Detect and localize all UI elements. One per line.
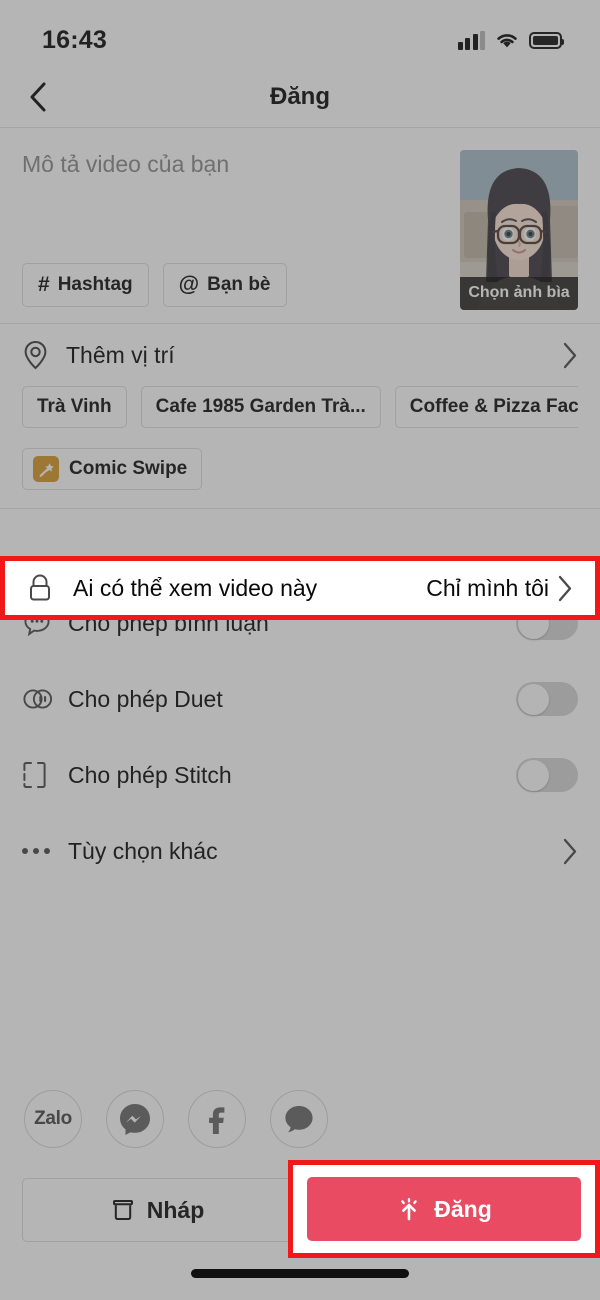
battery-full-icon <box>529 31 564 49</box>
chevron-right-icon <box>563 838 577 864</box>
allow-stitch-row[interactable]: Cho phép Stitch <box>22 737 578 813</box>
three-dots-icon <box>22 848 68 854</box>
draft-box-icon <box>112 1200 133 1220</box>
magic-wand-icon <box>33 456 59 482</box>
share-targets: Zalo <box>0 1090 600 1148</box>
chat-bubble-icon <box>285 1106 313 1133</box>
privacy-value: Chỉ mình tôi <box>426 574 549 601</box>
save-draft-button[interactable]: Nháp <box>22 1178 293 1242</box>
location-chevron <box>562 342 578 369</box>
phone-screen: 16:43 Đăng Mô tả video của bạn # Hashtag… <box>0 0 600 1300</box>
add-location-row[interactable]: Thêm vị trí <box>22 324 578 386</box>
signal-bars-icon <box>457 30 485 50</box>
save-draft-label: Nháp <box>146 1196 205 1223</box>
zalo-icon: Zalo <box>34 1108 72 1129</box>
composer-section: Mô tả video của bạn # Hashtag @ Bạn bè C… <box>0 128 600 324</box>
location-chip[interactable]: Coffee & Pizza Faceb... <box>394 386 578 428</box>
more-options-chevron <box>562 838 578 865</box>
more-options-row[interactable]: Tùy chọn khác <box>22 813 578 889</box>
more-options-label: Tùy chọn khác <box>68 837 218 864</box>
at-mention-icon: @ <box>178 273 200 296</box>
allow-stitch-toggle[interactable] <box>516 758 578 792</box>
post-button-label: Đăng <box>434 1195 492 1222</box>
post-button[interactable]: Đăng <box>307 1177 581 1241</box>
privacy-label: Ai có thể xem video này <box>73 574 318 601</box>
share-facebook-button[interactable] <box>188 1090 246 1148</box>
page-header: Đăng <box>0 66 600 128</box>
location-suggestions[interactable]: Trà Vinh Cafe 1985 Garden Trà... Coffee … <box>22 386 578 434</box>
stitch-icon <box>22 760 68 790</box>
facebook-icon <box>209 1107 225 1134</box>
lock-icon <box>27 573 73 603</box>
share-message-button[interactable] <box>270 1090 328 1148</box>
location-chip[interactable]: Cafe 1985 Garden Trà... <box>140 386 381 428</box>
effect-row: Comic Swipe <box>22 434 578 508</box>
allow-stitch-label: Cho phép Stitch <box>68 761 232 788</box>
allow-duet-label: Cho phép Duet <box>68 685 223 712</box>
composer-left: Mô tả video của bạn # Hashtag @ Bạn bè <box>22 150 444 307</box>
home-indicator <box>191 1269 409 1278</box>
hashtag-icon: # <box>38 273 50 296</box>
effect-label: Comic Swipe <box>69 458 188 479</box>
cover-thumbnail-button[interactable]: Chọn ảnh bìa <box>460 150 578 310</box>
share-zalo-button[interactable]: Zalo <box>24 1090 82 1148</box>
status-bar-time: 16:43 <box>42 25 107 54</box>
location-chip[interactable]: Trà Vinh <box>22 386 127 428</box>
effect-chip[interactable]: Comic Swipe <box>22 448 203 490</box>
chevron-left-icon <box>30 82 46 111</box>
composer-actions: # Hashtag @ Bạn bè <box>22 263 444 307</box>
chevron-right-icon <box>563 342 577 368</box>
duet-icon <box>22 686 68 712</box>
privacy-chevron <box>557 575 573 602</box>
post-button-highlight: Đăng <box>288 1160 600 1258</box>
description-input[interactable]: Mô tả video của bạn <box>22 150 444 180</box>
chevron-right-icon <box>558 575 572 601</box>
hashtag-button[interactable]: # Hashtag <box>22 263 149 307</box>
share-messenger-button[interactable] <box>106 1090 164 1148</box>
mention-friends-label: Bạn bè <box>207 274 271 295</box>
wifi-icon <box>497 33 517 47</box>
status-bar-icons <box>457 30 564 50</box>
mention-friends-button[interactable]: @ Bạn bè <box>162 263 287 307</box>
status-bar: 16:43 <box>0 0 600 66</box>
app-body: 16:43 Đăng Mô tả video của bạn # Hashtag… <box>0 0 600 1300</box>
messenger-icon <box>120 1104 150 1135</box>
hashtag-button-label: Hashtag <box>57 274 133 295</box>
location-pin-icon <box>22 340 62 370</box>
cover-label: Chọn ảnh bìa <box>460 277 578 310</box>
upload-arrow-icon <box>401 1198 417 1221</box>
add-location-label: Thêm vị trí <box>66 341 175 368</box>
allow-duet-toggle[interactable] <box>516 682 578 716</box>
location-section: Thêm vị trí Trà Vinh Cafe 1985 Garden Tr… <box>0 324 600 509</box>
privacy-setting-row-highlighted[interactable]: Ai có thể xem video này Chỉ mình tôi <box>0 556 600 620</box>
allow-duet-row[interactable]: Cho phép Duet <box>22 661 578 737</box>
page-title: Đăng <box>270 82 330 110</box>
back-button[interactable] <box>20 79 56 115</box>
